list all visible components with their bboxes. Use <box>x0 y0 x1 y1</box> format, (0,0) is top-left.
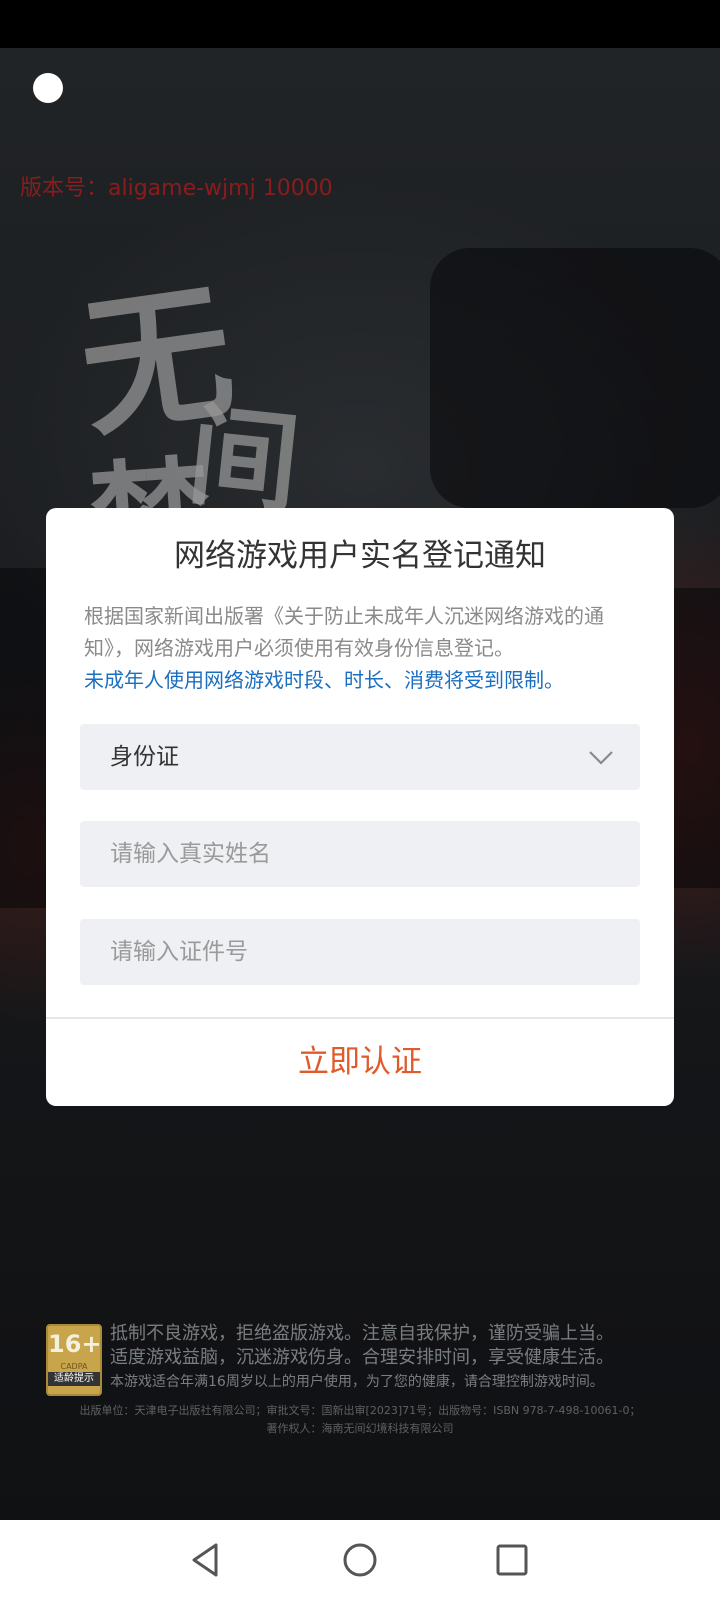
floating-assistive-button[interactable] <box>33 73 63 103</box>
chevron-down-icon <box>589 751 613 765</box>
minor-restriction-notice: 未成年人使用网络游戏时段、时长、消费将受到限制。 <box>84 668 564 692</box>
recents-square-icon[interactable] <box>492 1540 532 1580</box>
verify-now-button[interactable]: 立即认证 <box>46 1019 674 1106</box>
publication-info: 出版单位：天津电子出版社有限公司；审批文号：国新出审[2023]71号；出版物号… <box>0 1402 720 1438</box>
system-navigation-bar <box>0 1520 720 1600</box>
age-rating-badge: 16+ CADPA 适龄提示 <box>46 1324 102 1396</box>
warning-line-1: 抵制不良游戏，拒绝盗版游戏。注意自我保护，谨防受骗上当。 <box>110 1323 614 1344</box>
id-number-placeholder: 请输入证件号 <box>110 939 248 965</box>
warning-line-2: 适度游戏益脑，沉迷游戏伤身。合理安排时间，享受健康生活。 <box>110 1347 614 1368</box>
id-type-select[interactable]: 身份证 <box>80 724 640 790</box>
version-label: 版本号：aligame-wjmj 10000 <box>20 176 333 201</box>
id-type-value: 身份证 <box>110 744 179 770</box>
age-rating-value: 16+ <box>48 1330 102 1358</box>
dialog-title: 网络游戏用户实名登记通知 <box>174 538 546 574</box>
status-bar <box>0 0 720 48</box>
home-circle-icon[interactable] <box>340 1540 380 1580</box>
real-name-input[interactable]: 请输入真实姓名 <box>80 821 640 887</box>
id-number-input[interactable]: 请输入证件号 <box>80 919 640 985</box>
publisher-line: 出版单位：天津电子出版社有限公司；审批文号：国新出审[2023]71号；出版物号… <box>79 1404 641 1417</box>
real-name-dialog: 网络游戏用户实名登记通知 根据国家新闻出版署《关于防止未成年人沉迷网络游戏的通知… <box>46 508 674 1106</box>
copyright-line: 著作权人：海南无间幻境科技有限公司 <box>266 1422 454 1435</box>
age-rating-tip: 适龄提示 <box>48 1372 100 1386</box>
back-triangle-icon[interactable] <box>186 1540 226 1580</box>
real-name-placeholder: 请输入真实姓名 <box>110 841 271 867</box>
notice-text: 根据国家新闻出版署《关于防止未成年人沉迷网络游戏的通知》，网络游戏用户必须使用有… <box>84 604 604 660</box>
age-rating-org: CADPA <box>60 1362 88 1371</box>
warning-line-3: 本游戏适合年满16周岁以上的用户使用，为了您的健康，请合理控制游戏时间。 <box>110 1374 604 1390</box>
